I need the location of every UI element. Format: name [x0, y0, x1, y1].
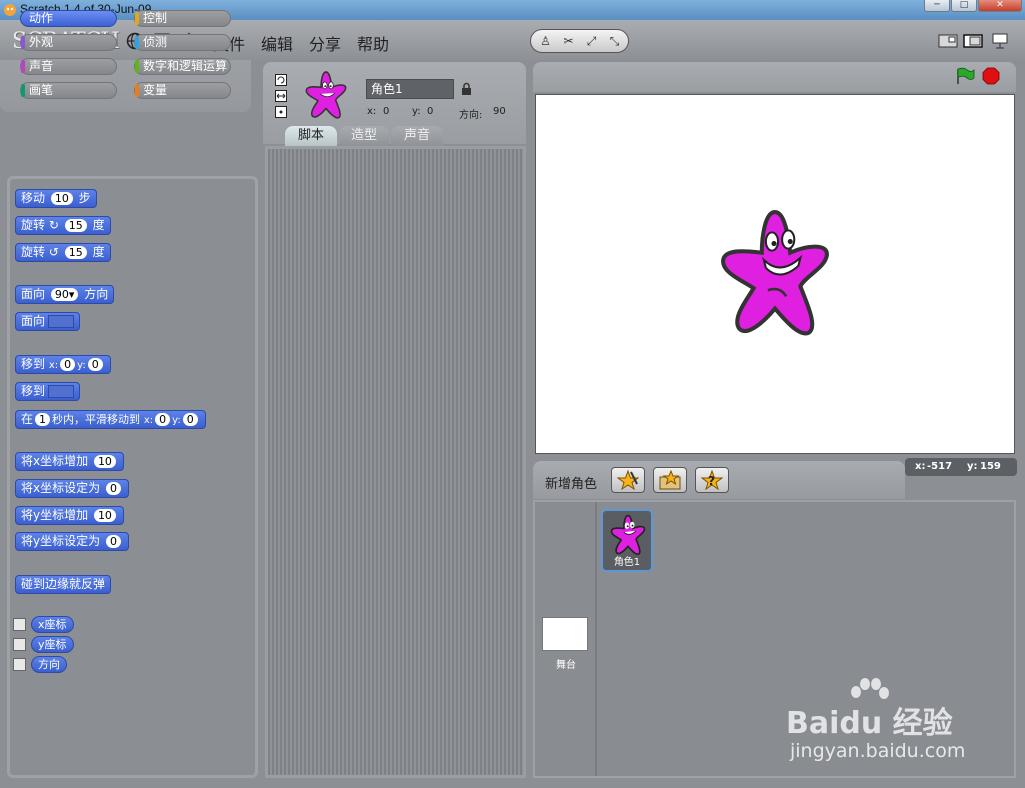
reporter-x-position[interactable]: x座标	[31, 616, 74, 633]
category-looks[interactable]: 外观	[20, 34, 117, 51]
checkbox-x-position[interactable]	[13, 618, 26, 631]
menu-share[interactable]: 分享	[309, 31, 341, 55]
stage-canvas[interactable]	[535, 94, 1015, 454]
checkbox-direction[interactable]	[13, 658, 26, 671]
minimize-button[interactable]: ─	[924, 0, 950, 12]
sprite-direction-value: 90	[493, 106, 506, 117]
no-rotate-icon[interactable]	[275, 106, 287, 118]
block-palette: 移动 10 步 旋转 ↻ 15 度 旋转 ↺ 15 度 面向 90▾ 方向 面向…	[7, 176, 258, 778]
stop-sign-icon[interactable]	[982, 67, 1000, 85]
watermark-suffix: du 经验	[839, 706, 953, 741]
block-move[interactable]: 移动 10 步	[15, 189, 97, 208]
reporter-direction[interactable]: 方向	[31, 656, 67, 673]
category-operators[interactable]: 数字和逻辑运算	[134, 58, 231, 75]
tab-scripts[interactable]: 脚本	[285, 126, 337, 146]
turn-left-icon: ↺	[48, 245, 59, 259]
category-motion[interactable]: 动作	[20, 10, 117, 27]
checkbox-y-position[interactable]	[13, 638, 26, 651]
goto-dropdown[interactable]	[48, 385, 75, 398]
stage-header	[533, 62, 1016, 92]
mouse-y-value: 159	[980, 461, 1001, 472]
script-area[interactable]	[265, 146, 526, 778]
block-turn-clockwise[interactable]: 旋转 ↻ 15 度	[15, 216, 111, 235]
category-control[interactable]: 控制	[134, 10, 231, 27]
sprite-y-value: 0	[427, 106, 434, 117]
paint-new-sprite-button[interactable]	[611, 467, 645, 493]
menu-edit[interactable]: 编辑	[261, 31, 293, 55]
sprite-x-value: 0	[383, 106, 390, 117]
shrink-icon[interactable]: ⤡	[606, 33, 623, 50]
sprite-name-field[interactable]: 角色1	[366, 79, 454, 99]
tab-sounds[interactable]: 声音	[391, 126, 443, 146]
block-set-x[interactable]: 将x坐标设定为 0	[15, 479, 129, 498]
baidu-watermark: Baidu 经验 jingyan.baidu.com	[786, 678, 986, 768]
tab-costumes[interactable]: 造型	[339, 126, 389, 146]
block-set-y[interactable]: 将y坐标设定为 0	[15, 532, 129, 551]
small-stage-icon[interactable]	[938, 33, 958, 49]
new-sprite-bar: 新增角色 ?	[533, 461, 905, 499]
sprite-y-label: y:	[412, 106, 421, 117]
normal-stage-icon[interactable]	[963, 33, 983, 49]
mouse-x-value: -517	[927, 461, 953, 472]
block-go-to-xy[interactable]: 移到 x: 0 y: 0	[15, 355, 111, 374]
category-pen[interactable]: 画笔	[20, 82, 117, 99]
category-variables[interactable]: 变量	[134, 82, 231, 99]
watermark-url: jingyan.baidu.com	[790, 740, 966, 762]
mouse-position-readout: x: -517 y: 159	[905, 458, 1017, 476]
paint-star-icon	[617, 470, 639, 490]
block-glide[interactable]: 在 1 秒内，平滑移动到 x: 0 y: 0	[15, 410, 206, 429]
category-sound[interactable]: 声音	[20, 58, 117, 75]
sprite-direction-label: 方向:	[459, 110, 483, 121]
folder-star-icon	[659, 470, 681, 490]
sprite-thumb-image	[610, 514, 646, 556]
surprise-sprite-button[interactable]: ?	[695, 467, 729, 493]
block-point-towards[interactable]: 面向	[15, 312, 81, 331]
watermark-brand: Bai	[786, 706, 840, 741]
lock-icon[interactable]	[461, 82, 472, 96]
green-flag-icon[interactable]	[955, 67, 975, 85]
maximize-button[interactable]: □	[951, 0, 977, 12]
question-star-icon: ?	[701, 470, 723, 490]
grow-icon[interactable]: ⤢	[583, 33, 600, 50]
svg-text:?: ?	[708, 474, 715, 488]
stage-column: 舞台	[535, 502, 597, 776]
sprite-info-panel: 角色1 x: 0 y: 0 方向: 90 脚本 造型 声音	[263, 62, 526, 146]
presentation-mode-icon[interactable]	[990, 33, 1010, 49]
new-sprite-label: 新增角色	[545, 477, 598, 492]
sprite-thumbnail[interactable]: 角色1	[601, 509, 653, 572]
sprite-preview	[305, 71, 347, 119]
tool-bar: ♙ ✂ ⤢ ⤡	[530, 29, 629, 53]
block-change-y[interactable]: 将y坐标增加 10	[15, 506, 124, 525]
flip-style-icon[interactable]	[275, 90, 287, 102]
sprite-thumb-label: 角色1	[613, 557, 641, 568]
delete-scissors-icon[interactable]: ✂	[560, 33, 577, 50]
block-turn-counterclockwise[interactable]: 旋转 ↺ 15 度	[15, 243, 111, 262]
category-sensing[interactable]: 侦测	[134, 34, 231, 51]
scratch-window: Scratch 1.4 of 30-Jun-09 ─ □ ✕ SCRATCH 文…	[0, 0, 1025, 788]
block-change-x[interactable]: 将x坐标增加 10	[15, 452, 124, 471]
turn-right-icon: ↻	[48, 218, 59, 232]
sprite-x-label: x:	[367, 106, 377, 117]
duplicate-icon[interactable]: ♙	[537, 33, 554, 50]
scratch-cat-icon	[4, 4, 16, 16]
sprite-on-stage[interactable]	[716, 207, 834, 339]
choose-sprite-from-file-button[interactable]	[653, 467, 687, 493]
block-point-in-direction[interactable]: 面向 90▾ 方向	[15, 285, 115, 304]
rotate-style-icon[interactable]	[275, 74, 287, 86]
stage-thumbnail[interactable]	[542, 617, 588, 651]
reporter-y-position[interactable]: y座标	[31, 636, 74, 653]
stage-label: 舞台	[556, 660, 576, 671]
menu-help[interactable]: 帮助	[357, 31, 389, 55]
target-dropdown[interactable]	[48, 315, 75, 328]
block-bounce[interactable]: 碰到边缘就反弹	[15, 575, 112, 594]
close-button[interactable]: ✕	[978, 0, 1022, 12]
block-go-to[interactable]: 移到	[15, 382, 81, 401]
